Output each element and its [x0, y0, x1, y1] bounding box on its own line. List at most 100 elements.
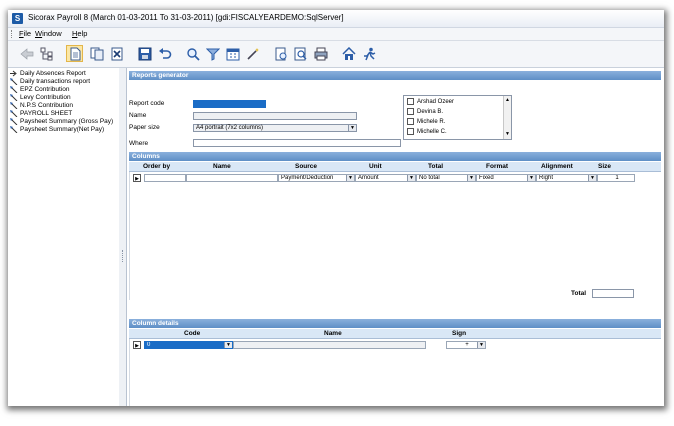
- employee-item[interactable]: Michele R.: [407, 118, 445, 125]
- where-input[interactable]: [193, 139, 401, 147]
- scroll-down-icon[interactable]: ▼: [505, 131, 510, 137]
- reports-generator-pane: Reports generator Report code Name Paper…: [127, 68, 664, 406]
- cell-order-by[interactable]: [144, 174, 186, 182]
- chevron-down-icon[interactable]: ▼: [467, 175, 475, 181]
- cell-name[interactable]: [186, 174, 278, 182]
- col-total[interactable]: Total: [428, 162, 443, 171]
- checkbox[interactable]: [407, 118, 414, 125]
- sidebar-item-daily-absences[interactable]: Daily Absences Report: [10, 70, 86, 77]
- sidebar-item-label: Daily transactions report: [20, 78, 91, 85]
- menu-help[interactable]: Help: [72, 29, 87, 38]
- name-input[interactable]: [193, 112, 357, 120]
- sidebar-item-epz-contribution[interactable]: EPZ Contribution: [10, 86, 70, 94]
- col-size[interactable]: Size: [598, 162, 611, 171]
- total-field: [592, 289, 634, 298]
- columns-grid-body: ▶ Payment/Deduction ▼ Amount ▼ No total ▼ F…: [129, 172, 662, 300]
- cell-format[interactable]: Fixed ▼: [476, 174, 536, 182]
- col-source[interactable]: Source: [295, 162, 317, 171]
- employee-item[interactable]: Arshad Ozeer: [407, 98, 454, 105]
- col-name[interactable]: Name: [213, 162, 231, 171]
- sidebar-item-paysheet-gross[interactable]: Paysheet Summary (Gross Pay): [10, 118, 113, 126]
- sidebar-item-nps-contribution[interactable]: N.P.S Contribution: [10, 102, 73, 110]
- sidebar-item-label: N.P.S Contribution: [20, 102, 73, 109]
- report-list-panel: Daily Absences Report Daily transactions…: [8, 68, 120, 406]
- sidebar-item-label: EPZ Contribution: [20, 86, 70, 93]
- report-code-label: Report code: [129, 100, 165, 107]
- checkbox[interactable]: [407, 108, 414, 115]
- window-title: Sicorax Payroll 8 (March 01-03-2011 To 3…: [28, 13, 344, 22]
- sidebar-item-paysheet-net[interactable]: Paysheet Summary(Net Pay): [10, 126, 105, 134]
- home-icon[interactable]: [340, 45, 357, 62]
- cell-code[interactable]: 0 ▼: [144, 341, 233, 349]
- zoom-page-icon[interactable]: [292, 45, 309, 62]
- copy-page-icon[interactable]: [88, 45, 105, 62]
- row-selector-icon[interactable]: ▶: [133, 341, 141, 349]
- run-icon[interactable]: [360, 45, 377, 62]
- menu-window[interactable]: Window: [35, 29, 62, 38]
- employee-checklist[interactable]: Arshad Ozeer Devina B. Michele R. Michel…: [403, 95, 512, 140]
- cell-source[interactable]: Payment/Deduction ▼: [278, 174, 355, 182]
- details-grid-body: ▶ 0 ▼ + ▼: [129, 339, 662, 406]
- chevron-down-icon[interactable]: ▼: [224, 342, 232, 348]
- chevron-down-icon[interactable]: ▼: [407, 175, 415, 181]
- tree-icon[interactable]: [38, 45, 55, 62]
- sidebar-item-label: Paysheet Summary(Net Pay): [20, 126, 105, 133]
- sidebar-item-label: Levy Contribution: [20, 94, 71, 101]
- checkbox[interactable]: [407, 98, 414, 105]
- col-detail-name[interactable]: Name: [324, 329, 342, 338]
- search-magnifier-icon[interactable]: [184, 45, 201, 62]
- scroll-up-icon[interactable]: ▲: [505, 97, 510, 103]
- col-code[interactable]: Code: [184, 329, 200, 338]
- report-wand-icon: [10, 102, 18, 110]
- col-unit[interactable]: Unit: [369, 162, 382, 171]
- chevron-down-icon[interactable]: ▼: [346, 175, 354, 181]
- row-selector-icon[interactable]: ▶: [133, 174, 141, 182]
- sidebar-item-levy-contribution[interactable]: Levy Contribution: [10, 94, 71, 102]
- print-preview-icon[interactable]: [272, 45, 289, 62]
- calendar-icon[interactable]: [224, 45, 241, 62]
- delete-page-icon[interactable]: [108, 45, 125, 62]
- undo-icon[interactable]: [156, 45, 173, 62]
- splitter-grip-icon: [122, 250, 124, 262]
- paper-size-select[interactable]: A4 portrait (7x2 columns) ▼: [193, 124, 357, 132]
- checkbox[interactable]: [407, 128, 414, 135]
- chevron-down-icon[interactable]: ▼: [527, 175, 535, 181]
- report-wand-icon: [10, 126, 18, 134]
- list-scrollbar[interactable]: ▲ ▼: [503, 96, 511, 139]
- column-details-header: Column details: [129, 319, 661, 328]
- details-grid-header: Code Name Sign: [129, 329, 661, 339]
- employee-item[interactable]: Michelle C.: [407, 128, 447, 135]
- cell-unit[interactable]: Amount ▼: [355, 174, 416, 182]
- cell-alignment[interactable]: Right ▼: [536, 174, 597, 182]
- arrow-right-icon: [10, 70, 18, 77]
- chevron-down-icon[interactable]: ▼: [477, 342, 485, 348]
- col-order-by[interactable]: Order by: [143, 162, 170, 171]
- funnel-filter-icon[interactable]: [204, 45, 221, 62]
- back-arrow-icon[interactable]: [18, 45, 35, 62]
- report-page-icon[interactable]: [66, 45, 83, 62]
- employee-item[interactable]: Devina B.: [407, 108, 443, 115]
- cell-size[interactable]: 1: [597, 174, 635, 182]
- report-wand-icon: [10, 110, 18, 118]
- printer-icon[interactable]: [312, 45, 329, 62]
- cell-total[interactable]: No total ▼: [416, 174, 476, 182]
- col-sign[interactable]: Sign: [452, 329, 466, 338]
- col-format[interactable]: Format: [486, 162, 508, 171]
- cell-sign[interactable]: + ▼: [446, 341, 486, 349]
- report-code-input[interactable]: [193, 100, 266, 108]
- columns-grid-header: Order by Name Source Unit Total Format A…: [129, 162, 661, 172]
- chevron-down-icon[interactable]: ▼: [348, 125, 356, 131]
- menu-file[interactable]: File: [19, 29, 31, 38]
- panel-splitter[interactable]: [119, 68, 127, 406]
- app-icon[interactable]: S: [12, 13, 23, 24]
- columns-header: Columns: [129, 152, 661, 161]
- save-disk-icon[interactable]: [136, 45, 153, 62]
- col-alignment[interactable]: Alignment: [541, 162, 573, 171]
- report-wand-icon: [10, 86, 18, 94]
- sidebar-item-payroll-sheet[interactable]: PAYROLL SHEET: [10, 110, 72, 118]
- report-wand-icon: [10, 118, 18, 126]
- chevron-down-icon[interactable]: ▼: [588, 175, 596, 181]
- sidebar-item-daily-transactions[interactable]: Daily transactions report: [10, 78, 91, 86]
- cell-detail-name[interactable]: [233, 341, 426, 349]
- wand-icon[interactable]: [244, 45, 261, 62]
